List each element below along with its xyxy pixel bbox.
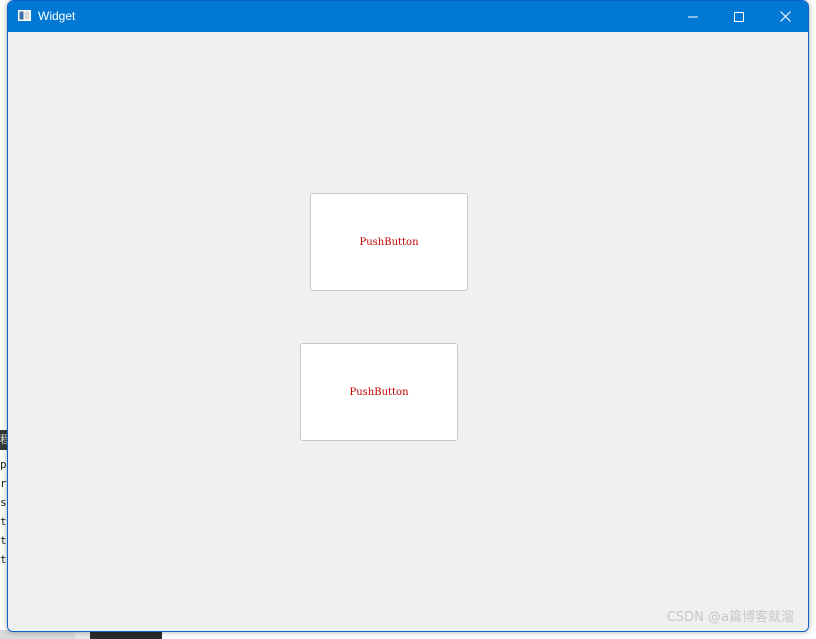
maximize-button[interactable] xyxy=(716,1,762,32)
title-bar[interactable]: Widget xyxy=(8,1,808,32)
minimize-button[interactable] xyxy=(670,1,716,32)
push-button-2[interactable]: PushButton xyxy=(300,343,458,441)
watermark: CSDN @a篇博客就溜 xyxy=(666,610,794,625)
minimize-icon xyxy=(688,16,698,17)
app-window-icon xyxy=(18,10,31,21)
push-button-1[interactable]: PushButton xyxy=(310,193,468,291)
widget-window: Widget PushButton PushButton CSDN @a篇博客就… xyxy=(7,0,809,632)
close-button[interactable] xyxy=(762,1,808,32)
push-button-label: PushButton xyxy=(359,236,419,248)
window-title: Widget xyxy=(38,9,76,23)
push-button-label: PushButton xyxy=(349,386,409,398)
close-icon xyxy=(779,11,791,22)
window-client-area: PushButton PushButton CSDN @a篇博客就溜 xyxy=(8,32,808,631)
maximize-icon xyxy=(734,11,744,22)
